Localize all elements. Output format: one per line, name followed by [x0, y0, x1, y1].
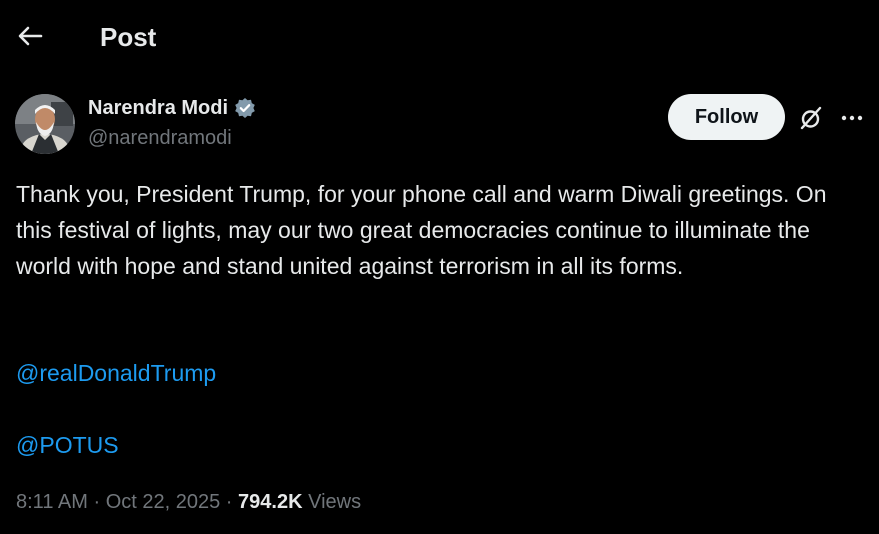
post-date[interactable]: Oct 22, 2025 — [106, 491, 221, 513]
views-count[interactable]: 794.2K — [238, 491, 303, 513]
separator: · — [225, 491, 233, 513]
mention-link-potus[interactable]: @POTUS — [16, 427, 119, 463]
views-label: Views — [308, 491, 362, 513]
author-name[interactable]: Narendra Modi — [88, 97, 228, 120]
follow-button[interactable]: Follow — [668, 94, 785, 140]
top-bar: Post — [0, 0, 879, 74]
more-button[interactable] — [836, 102, 868, 134]
profile-photo — [15, 94, 75, 154]
author-name-row: Narendra Modi — [88, 95, 256, 121]
grok-button[interactable] — [795, 102, 827, 134]
more-horizontal-icon — [841, 115, 863, 121]
avatar[interactable] — [15, 94, 75, 154]
back-button[interactable] — [8, 16, 52, 56]
grok-icon — [800, 106, 822, 130]
page-title: Post — [100, 22, 157, 52]
post-meta: 8:11 AM · Oct 22, 2025 · 794.2K Views — [16, 487, 361, 517]
post-text: Thank you, President Trump, for your pho… — [16, 181, 827, 279]
separator: · — [93, 491, 101, 513]
post-time[interactable]: 8:11 AM — [16, 491, 88, 513]
verified-badge-icon[interactable] — [234, 97, 256, 119]
arrow-left-icon — [18, 26, 43, 46]
mention-link-realdonaldtrump[interactable]: @realDonaldTrump — [16, 355, 216, 391]
author-handle[interactable]: @narendramodi — [88, 127, 232, 150]
